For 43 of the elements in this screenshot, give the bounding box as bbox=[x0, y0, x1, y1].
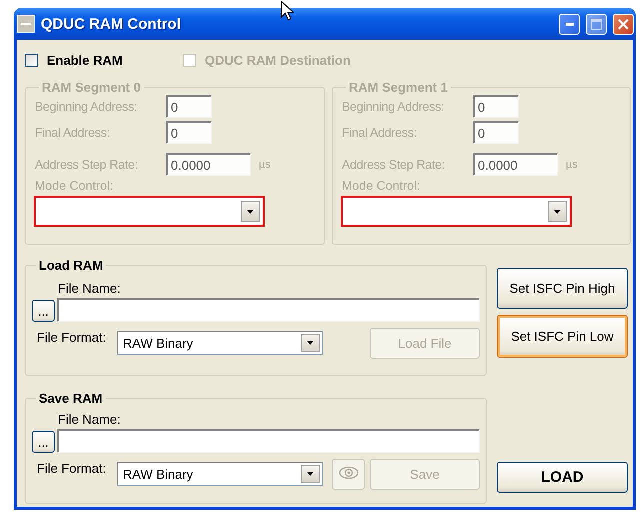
group-title: RAM Segment 0 bbox=[41, 80, 142, 95]
field-label: File Format: bbox=[36, 330, 108, 345]
unit-label: µs bbox=[259, 158, 271, 170]
file-name-field[interactable] bbox=[57, 298, 480, 322]
dropdown-arrow-icon bbox=[307, 341, 314, 345]
dropdown-arrow-icon bbox=[247, 210, 254, 214]
checkbox-label: Enable RAM bbox=[47, 52, 123, 68]
load-button[interactable]: LOAD bbox=[497, 462, 628, 493]
pin-button[interactable]: Set ISFC Pin Low bbox=[497, 315, 628, 358]
field-label: Address Step Rate: bbox=[342, 158, 446, 172]
field-label: File Name: bbox=[58, 412, 122, 429]
group-title: Save RAM bbox=[38, 391, 104, 406]
eye-icon bbox=[338, 466, 358, 480]
unit-label: µs bbox=[566, 158, 578, 170]
dropdown[interactable]: RAW Binary bbox=[117, 462, 323, 486]
field-label: Final Address: bbox=[35, 126, 112, 140]
field-label: Mode Control: bbox=[342, 179, 422, 195]
group-title: Load RAM bbox=[38, 258, 104, 273]
field-label: Beginning Address: bbox=[342, 100, 446, 114]
window-title: QDUC RAM Control bbox=[41, 16, 182, 32]
field-label: File Format: bbox=[36, 461, 108, 476]
maximize-button[interactable] bbox=[586, 14, 607, 34]
field-label: Mode Control: bbox=[35, 179, 115, 195]
group-title: RAM Segment 1 bbox=[348, 80, 449, 95]
dropdown[interactable]: RAW Binary bbox=[117, 331, 323, 355]
field-label: Beginning Address: bbox=[35, 100, 138, 114]
dropdown-arrow-icon bbox=[554, 210, 561, 214]
close-button[interactable] bbox=[613, 14, 634, 34]
mouse-cursor-icon bbox=[281, 1, 294, 21]
minimize-button[interactable] bbox=[559, 14, 580, 34]
maximize-icon bbox=[591, 18, 602, 30]
file-name-field[interactable] bbox=[57, 429, 480, 453]
minimize-icon bbox=[566, 22, 574, 26]
close-icon bbox=[618, 18, 629, 30]
browse-button[interactable]: ... bbox=[32, 431, 55, 453]
pin-button[interactable]: Set ISFC Pin High bbox=[497, 268, 628, 309]
checkbox-label: QDUC RAM Destination bbox=[205, 52, 351, 68]
checkbox[interactable] bbox=[25, 54, 38, 66]
field-label: Address Step Rate: bbox=[35, 158, 139, 172]
field-label: Final Address: bbox=[342, 126, 418, 140]
browse-button[interactable]: ... bbox=[32, 300, 55, 322]
field-label: File Name: bbox=[58, 281, 122, 298]
dropdown-arrow-icon bbox=[307, 472, 314, 476]
